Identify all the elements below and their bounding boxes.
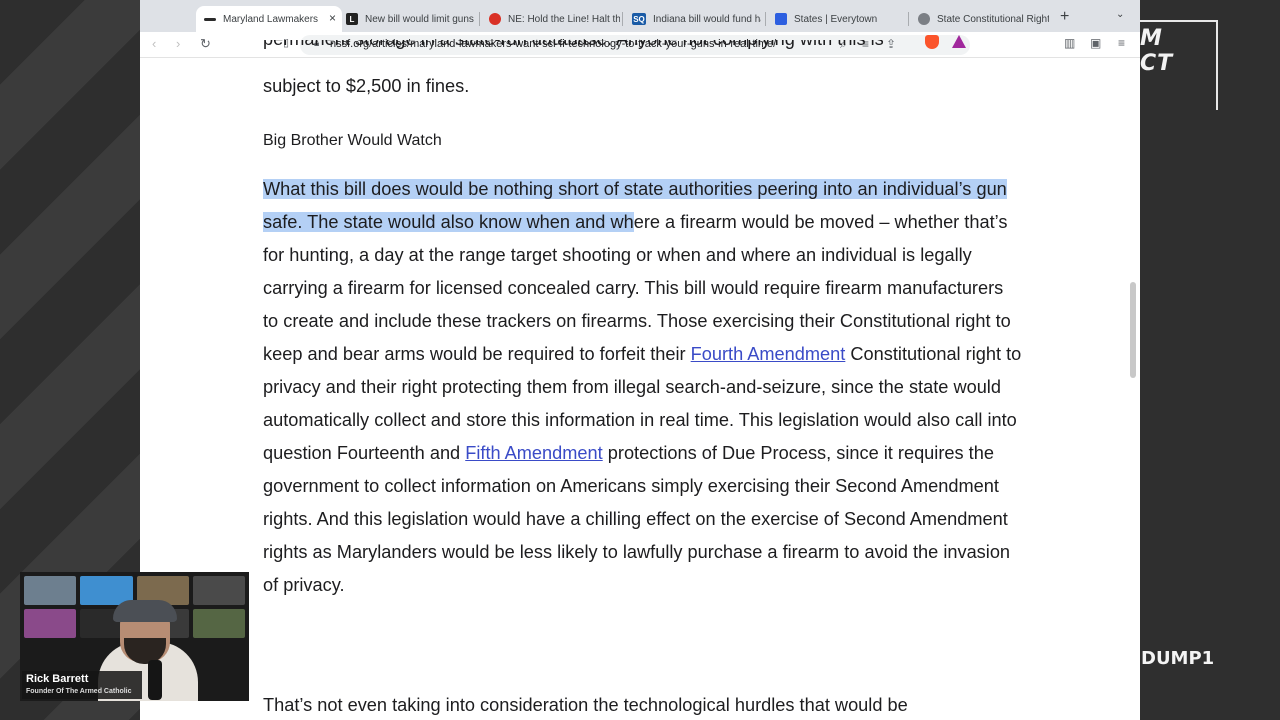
streamer-nameplate: Rick Barrett Founder Of The Armed Cathol… [22, 671, 142, 699]
tab-search-button[interactable]: ⌄ [1116, 9, 1124, 20]
tab-label: Maryland Lawmakers [223, 13, 319, 25]
tab-indiana-bill[interactable]: SQ Indiana bill would fund ha [624, 6, 764, 32]
streamer-name: Rick Barrett [26, 673, 89, 685]
everytown-icon [775, 13, 787, 25]
back-icon[interactable]: ‹ [152, 36, 156, 51]
reload-icon[interactable]: ↻ [200, 36, 211, 52]
sq-icon: SQ [632, 13, 646, 25]
page-scrollbar[interactable] [1130, 282, 1136, 378]
streamer-title: Founder Of The Armed Catholic [26, 688, 132, 695]
tab-divider [479, 12, 480, 26]
letter-l-icon: L [346, 13, 358, 25]
forward-icon[interactable]: › [176, 36, 180, 51]
tab-hold-the-line[interactable]: NE: Hold the Line! Halt th [481, 6, 623, 32]
section-heading: Big Brother Would Watch [263, 132, 442, 149]
tab-divider [622, 12, 623, 26]
tab-strip: Maryland Lawmakers × L New bill would li… [140, 0, 1140, 32]
tab-label: New bill would limit guns [365, 13, 474, 25]
tab-label: Indiana bill would fund ha [653, 13, 761, 25]
tab-state-constitutional[interactable]: State Constitutional Right [910, 6, 1050, 32]
tab-label: NE: Hold the Line! Halt th [508, 13, 620, 25]
new-tab-button[interactable]: + [1060, 8, 1069, 26]
tab-divider [908, 12, 909, 26]
tab-label: State Constitutional Right [937, 13, 1049, 25]
tab-new-bill[interactable]: L New bill would limit guns [338, 6, 476, 32]
article-paragraph-next: That’s not even taking into consideratio… [263, 695, 908, 715]
globe-icon [918, 13, 930, 25]
fourth-amendment-link[interactable]: Fourth Amendment [691, 344, 846, 364]
article-paragraph: subject to $2,500 in fines. [263, 76, 470, 96]
microphone [148, 660, 162, 700]
fifth-amendment-link[interactable]: Fifth Amendment [465, 443, 602, 463]
tab-maryland-lawmakers[interactable]: Maryland Lawmakers × [196, 6, 342, 32]
tab-divider [765, 12, 766, 26]
red-circle-icon [489, 13, 501, 25]
streamer-cap [113, 600, 177, 622]
paragraph-text: protections of Due Process, since it req… [263, 443, 1011, 595]
browser-window: Maryland Lawmakers × L New bill would li… [140, 0, 1140, 720]
wallet-icon[interactable]: ▣ [1090, 36, 1101, 50]
menu-icon[interactable]: ≡ [1118, 36, 1125, 50]
close-icon[interactable]: × [329, 11, 336, 25]
paragraph-text: ere a firearm would be moved – whether t… [263, 212, 1011, 364]
stream-side-tag: DUMP1 [1141, 648, 1215, 669]
article-scrolled-line: permanent storage in a state-run databas… [263, 40, 884, 56]
article-paragraph-main: What this bill does would be nothing sho… [263, 173, 1023, 602]
scrolled-line-clip: permanent storage in a state-run databas… [263, 40, 1023, 58]
tab-label: States | Everytown [794, 13, 878, 25]
sidebar-icon[interactable]: ▥ [1064, 36, 1075, 50]
tab-everytown[interactable]: States | Everytown [767, 6, 909, 32]
stream-logo: M CT [1140, 26, 1174, 76]
nssf-icon [204, 18, 216, 21]
